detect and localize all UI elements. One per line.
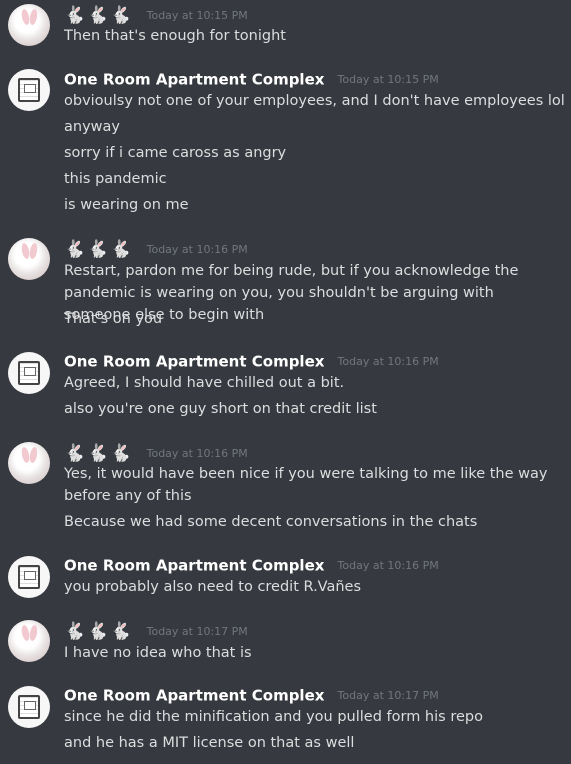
message-text: since he did the minification and you pu… [64, 709, 483, 725]
message-text: Agreed, I should have chilled out a bit. [64, 375, 345, 391]
apartment-avatar-icon[interactable] [8, 69, 50, 111]
rabbit-avatar-icon[interactable] [8, 442, 50, 484]
message-text: also you're one guy short on that credit… [64, 401, 377, 417]
apartment-avatar-icon[interactable] [8, 686, 50, 728]
rabbit-avatar-icon[interactable] [8, 620, 50, 662]
apartment-avatar-icon[interactable] [8, 556, 50, 598]
timestamp: Today at 10:15 PM [337, 72, 439, 86]
timestamp: Today at 10:15 PM [146, 8, 248, 22]
username[interactable]: One Room Apartment Complex [64, 687, 324, 705]
timestamp: Today at 10:16 PM [337, 354, 439, 368]
timestamp: Today at 10:17 PM [146, 624, 248, 638]
message-text: sorry if i came caross as angry [64, 145, 287, 161]
message-text: you probably also need to credit R.Vañes [64, 579, 362, 595]
timestamp: Today at 10:16 PM [337, 558, 439, 572]
message-text: and he has a MIT license on that as well [64, 735, 355, 751]
message-text: obvioulsy not one of your employees, and… [64, 93, 565, 109]
timestamp: Today at 10:16 PM [146, 446, 248, 460]
timestamp: Today at 10:16 PM [146, 242, 248, 256]
message-text: this pandemic [64, 171, 167, 187]
message-text: I have no idea who that is [64, 645, 252, 661]
username[interactable]: One Room Apartment Complex [64, 353, 324, 371]
username[interactable]: 🐇🐇🐇 [64, 6, 134, 26]
message-text: Yes, it would have been nice if you were… [64, 466, 548, 504]
apartment-avatar-icon[interactable] [8, 352, 50, 394]
username[interactable]: One Room Apartment Complex [64, 557, 324, 575]
username[interactable]: 🐇🐇🐇 [64, 622, 134, 642]
message-text: is wearing on me [64, 197, 189, 213]
chat-messages: 🐇🐇🐇 Today at 10:15 PM Then that's enough… [0, 0, 571, 764]
message-text: Because we had some decent conversations… [64, 514, 478, 530]
message-text: That's on you [64, 311, 163, 327]
message-text: anyway [64, 119, 120, 135]
username[interactable]: 🐇🐇🐇 [64, 444, 134, 464]
username[interactable]: One Room Apartment Complex [64, 71, 324, 89]
username[interactable]: 🐇🐇🐇 [64, 240, 134, 260]
message-text: Then that's enough for tonight [64, 28, 286, 44]
rabbit-avatar-icon[interactable] [8, 4, 50, 46]
timestamp: Today at 10:17 PM [337, 688, 439, 702]
rabbit-avatar-icon[interactable] [8, 238, 50, 280]
